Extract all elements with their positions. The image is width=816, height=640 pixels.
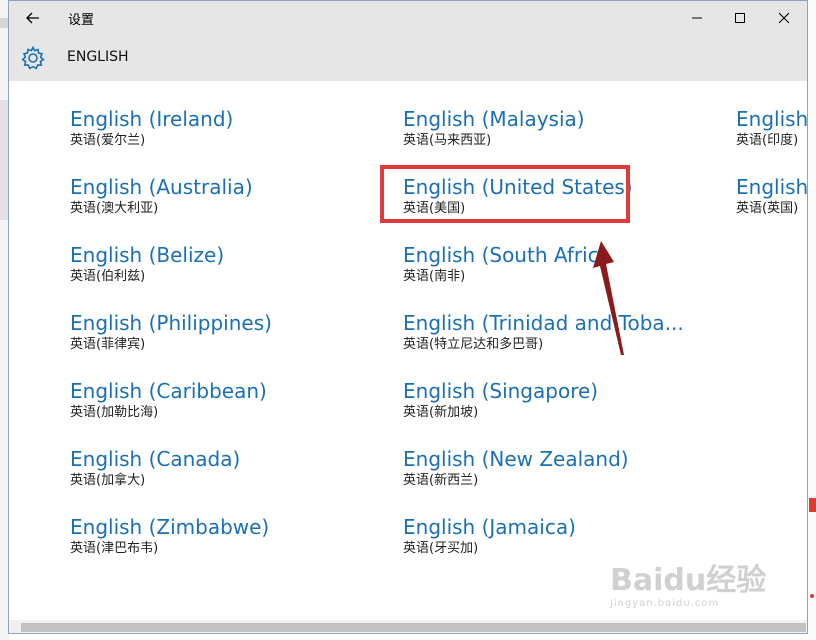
language-item[interactable]: English (Caribbean) 英语(加勒比海) [70,379,267,422]
background-decoration [809,498,816,512]
app-title: 设置 [68,13,95,28]
language-name: English (Singapore) [403,379,599,403]
close-button[interactable] [771,5,797,31]
language-name: English (Australia) [70,175,253,199]
language-item[interactable]: English (Singapore) 英语(新加坡) [403,379,598,422]
language-native-name: 英语(新西兰) [403,473,479,488]
close-icon [778,12,790,24]
language-native-name: 英语(印度) [736,133,799,148]
maximize-icon [735,13,745,23]
gear-icon [21,45,45,70]
language-name: English (Jamaica) [403,515,576,539]
language-name: English [736,175,808,199]
page-header: ENGLISH [9,35,807,81]
language-item[interactable]: English (Ireland) 英语(爱尔兰) [70,107,233,150]
language-item[interactable]: English (New Zealand) 英语(新西兰) [403,447,629,490]
language-name: English (New Zealand) [403,447,629,471]
language-item[interactable]: English (Australia) 英语(澳大利亚) [70,175,253,218]
language-item[interactable]: English (Jamaica) 英语(牙买加) [403,515,576,558]
maximize-button[interactable] [727,5,753,31]
highlight-box [380,165,630,223]
language-list: English (Ireland) 英语(爱尔兰) English (Austr… [9,81,807,621]
page-title: ENGLISH [67,49,129,65]
back-arrow-icon [26,12,39,24]
language-native-name: 英语(爱尔兰) [70,133,146,148]
background-decoration [0,18,8,28]
language-item[interactable]: English (Belize) 英语(伯利兹) [70,243,224,286]
horizontal-scrollbar[interactable] [9,620,807,633]
language-native-name: 英语(菲律宾) [70,337,146,352]
background-decoration [810,594,814,598]
language-item[interactable]: English (Malaysia) 英语(马来西亚) [403,107,585,150]
language-native-name: 英语(牙买加) [403,541,479,556]
watermark-main: Baidu经验 [610,563,767,598]
settings-window: 设置 ENGLISH English (Ireland) 英语(爱尔兰) Eng… [8,0,808,634]
language-item[interactable]: English (South Africa 英语(南非) [403,243,611,286]
scrollbar-thumb[interactable] [21,623,806,632]
language-native-name: 英语(南非) [403,269,466,284]
watermark: Baidu经验 jingyan.baidu.com [610,565,766,611]
language-item[interactable]: English (Zimbabwe) 英语(津巴布韦) [70,515,269,558]
language-native-name: 英语(伯利兹) [70,269,146,284]
language-name: English (Caribbean) [70,379,267,403]
language-native-name: 英语(新加坡) [403,405,479,420]
language-native-name: 英语(马来西亚) [403,133,492,148]
back-button[interactable] [22,7,44,29]
language-item[interactable]: English (Canada) 英语(加拿大) [70,447,240,490]
background-decoration [0,100,8,220]
watermark-url: jingyan.baidu.com [610,598,720,609]
language-item[interactable]: English 英语(英国) [736,175,808,218]
language-native-name: 英语(津巴布韦) [70,541,159,556]
minimize-icon [692,17,702,19]
language-name: English [736,107,808,131]
language-name: English (Canada) [70,447,241,471]
language-item[interactable]: English (Philippines) 英语(菲律宾) [70,311,272,354]
language-native-name: 英语(英国) [736,201,799,216]
language-name: English (Ireland) [70,107,234,131]
language-name: English (South Africa [403,243,611,267]
language-name: English (Philippines) [70,311,272,335]
language-item[interactable]: English 英语(印度) [736,107,808,150]
language-native-name: 英语(加拿大) [70,473,146,488]
language-native-name: 英语(加勒比海) [70,405,159,420]
background-right-strip [808,0,816,640]
language-name: English (Malaysia) [403,107,585,131]
language-name: English (Zimbabwe) [70,515,270,539]
language-name: English (Belize) [70,243,225,267]
language-native-name: 英语(澳大利亚) [70,201,159,216]
minimize-button[interactable] [684,5,710,31]
annotation-arrow-icon [593,241,624,355]
title-bar: 设置 [9,1,807,35]
